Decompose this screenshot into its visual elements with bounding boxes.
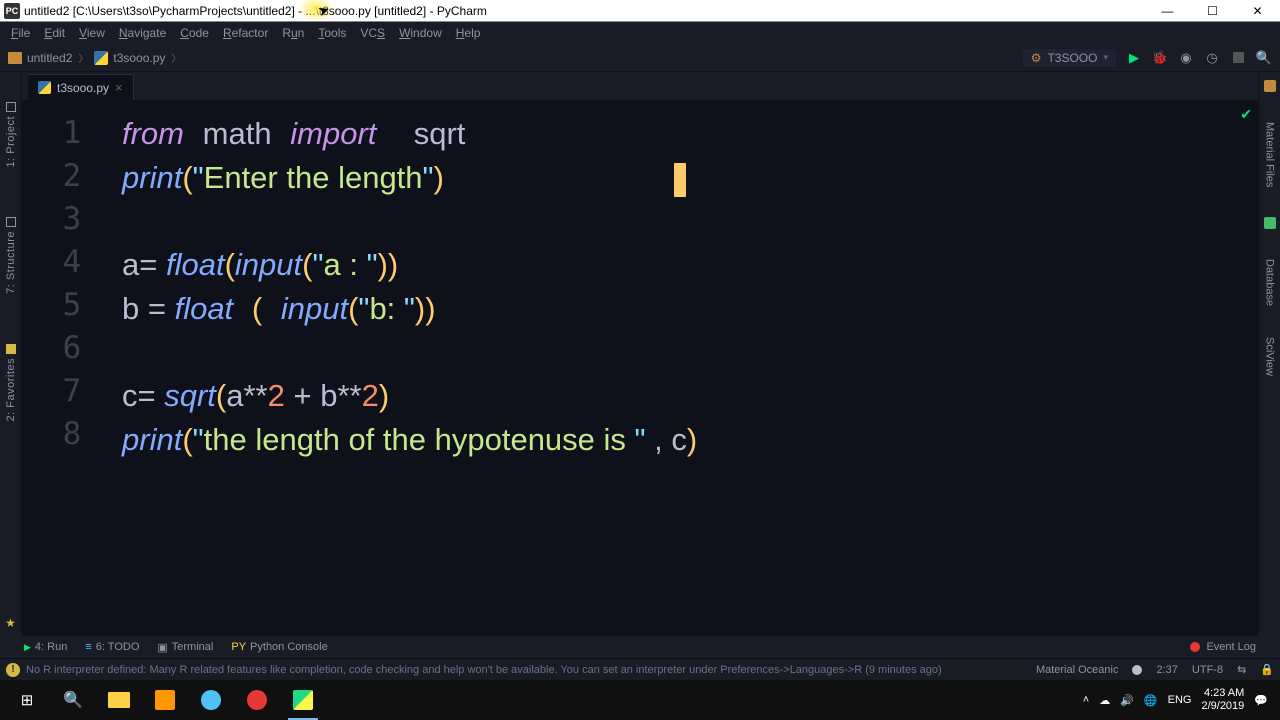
- lock-icon[interactable]: 🔒: [1260, 663, 1274, 676]
- menu-tools[interactable]: Tools: [311, 24, 353, 42]
- menu-file[interactable]: File: [4, 24, 37, 42]
- network-icon[interactable]: 🌐: [1144, 694, 1158, 707]
- run-tool[interactable]: ▶4: Run: [24, 641, 67, 653]
- chevron-right-icon: 〉: [78, 50, 88, 65]
- tray-chevron-icon[interactable]: ˄: [1083, 694, 1089, 706]
- line-gutter: 1 2 3 4 5 6 7 8: [22, 100, 122, 636]
- menu-navigate[interactable]: Navigate: [112, 24, 173, 42]
- right-tool-stripe: Material Files Database SciView: [1258, 72, 1280, 636]
- pycharm-taskbar-button[interactable]: [280, 680, 326, 720]
- status-bar: ! No R interpreter defined: Many R relat…: [0, 658, 1280, 680]
- sciview-tool[interactable]: SciView: [1264, 337, 1276, 376]
- left-tool-stripe: 1: Project 7: Structure 2: Favorites ★: [0, 72, 22, 636]
- minimize-button[interactable]: —: [1145, 0, 1190, 22]
- search-button[interactable]: 🔍: [50, 680, 96, 720]
- tab-t3sooo[interactable]: t3sooo.py ×: [28, 74, 134, 100]
- status-message: No R interpreter defined: Many R related…: [26, 664, 942, 676]
- structure-tool[interactable]: 7: Structure: [5, 217, 17, 294]
- menu-view[interactable]: View: [72, 24, 112, 42]
- menu-vcs[interactable]: VCS: [353, 24, 392, 42]
- stop-button[interactable]: [1230, 50, 1246, 66]
- bottom-tool-tabs: ▶4: Run ≡6: TODO ▣Terminal PYPython Cons…: [0, 636, 1280, 658]
- sublime-button[interactable]: [142, 680, 188, 720]
- menu-help[interactable]: Help: [449, 24, 488, 42]
- app-button[interactable]: [188, 680, 234, 720]
- opera-button[interactable]: [234, 680, 280, 720]
- clock[interactable]: 4:23 AM 2/9/2019: [1201, 687, 1244, 713]
- text-caret: [674, 163, 686, 197]
- favorites-tool[interactable]: 2: Favorites: [5, 344, 17, 421]
- close-tab-icon[interactable]: ×: [115, 80, 123, 95]
- volume-icon[interactable]: 🔊: [1120, 694, 1134, 707]
- main-area: 1: Project 7: Structure 2: Favorites ★ t…: [0, 72, 1280, 636]
- menu-refactor[interactable]: Refactor: [216, 24, 275, 42]
- editor: t3sooo.py × ✔ 1 2 3 4 5 6 7 8 from math …: [22, 72, 1258, 636]
- python-console-tool[interactable]: PYPython Console: [231, 641, 327, 653]
- close-button[interactable]: ✕: [1235, 0, 1280, 22]
- editor-tabs: t3sooo.py ×: [22, 72, 1258, 100]
- run-config-selector[interactable]: ⚙ T3SOOO ▾: [1023, 49, 1116, 67]
- onedrive-icon[interactable]: ☁: [1099, 694, 1110, 707]
- encoding[interactable]: UTF-8: [1192, 664, 1223, 676]
- system-tray[interactable]: ˄ ☁ 🔊 🌐 ENG 4:23 AM 2/9/2019 💬: [1083, 687, 1276, 713]
- menu-run[interactable]: Run: [275, 24, 311, 42]
- event-indicator-icon: [1190, 642, 1200, 652]
- material-files-tool[interactable]: Material Files: [1264, 122, 1276, 187]
- material-files-icon[interactable]: [1264, 80, 1276, 92]
- python-icon: [94, 51, 108, 65]
- menu-edit[interactable]: Edit: [37, 24, 72, 42]
- line-separator[interactable]: ⇆: [1237, 663, 1246, 676]
- file-explorer-button[interactable]: [96, 680, 142, 720]
- titlebar: PC untitled2 [C:\Users\t3so\PycharmProje…: [0, 0, 1280, 22]
- chevron-right-icon: 〉: [171, 50, 181, 65]
- coverage-button[interactable]: ◉: [1178, 50, 1194, 66]
- language-indicator[interactable]: ENG: [1168, 694, 1192, 706]
- project-tool[interactable]: 1: Project: [5, 102, 17, 167]
- python-icon: [38, 81, 51, 94]
- database-tool[interactable]: Database: [1264, 259, 1276, 306]
- gear-icon: ⚙: [1031, 51, 1042, 65]
- theme-label[interactable]: Material Oceanic: [1036, 664, 1119, 676]
- profile-button[interactable]: ◷: [1204, 50, 1220, 66]
- menu-bar: File Edit View Navigate Code Refactor Ru…: [0, 22, 1280, 44]
- database-icon[interactable]: [1264, 217, 1276, 229]
- code-area[interactable]: ✔ 1 2 3 4 5 6 7 8 from math import sqrt …: [22, 100, 1258, 636]
- window-title: untitled2 [C:\Users\t3so\PycharmProjects…: [24, 4, 487, 18]
- cursor-position[interactable]: 2:37: [1156, 664, 1177, 676]
- start-button[interactable]: ⊞: [4, 680, 50, 720]
- windows-taskbar: ⊞ 🔍 ˄ ☁ 🔊 🌐 ENG 4:23 AM 2/9/2019 💬: [0, 680, 1280, 720]
- event-log-tool[interactable]: Event Log: [1206, 641, 1256, 653]
- debug-button[interactable]: 🐞: [1152, 50, 1168, 66]
- menu-window[interactable]: Window: [392, 24, 449, 42]
- maximize-button[interactable]: ☐: [1190, 0, 1235, 22]
- navigation-bar: untitled2 〉 t3sooo.py 〉 ⚙ T3SOOO ▾ ▶ 🐞 ◉…: [0, 44, 1280, 72]
- star-icon[interactable]: ★: [5, 616, 16, 630]
- code-text[interactable]: from math import sqrt print("Enter the l…: [122, 100, 1258, 636]
- run-config-label: T3SOOO: [1047, 51, 1097, 65]
- search-button[interactable]: 🔍: [1256, 50, 1272, 66]
- breadcrumb-project: untitled2: [27, 51, 72, 65]
- chevron-down-icon: ▾: [1103, 52, 1108, 63]
- terminal-tool[interactable]: ▣Terminal: [157, 641, 213, 654]
- theme-dot-icon[interactable]: [1132, 665, 1142, 675]
- run-button[interactable]: ▶: [1126, 50, 1142, 66]
- breadcrumb-file: t3sooo.py: [113, 51, 165, 65]
- folder-icon: [8, 52, 22, 64]
- menu-code[interactable]: Code: [173, 24, 216, 42]
- tab-label: t3sooo.py: [57, 81, 109, 95]
- todo-tool[interactable]: ≡6: TODO: [85, 641, 139, 653]
- breadcrumb[interactable]: untitled2 〉 t3sooo.py 〉: [8, 50, 187, 65]
- warning-icon[interactable]: !: [6, 663, 20, 677]
- pycharm-icon: PC: [4, 3, 20, 19]
- notifications-icon[interactable]: 💬: [1254, 694, 1268, 707]
